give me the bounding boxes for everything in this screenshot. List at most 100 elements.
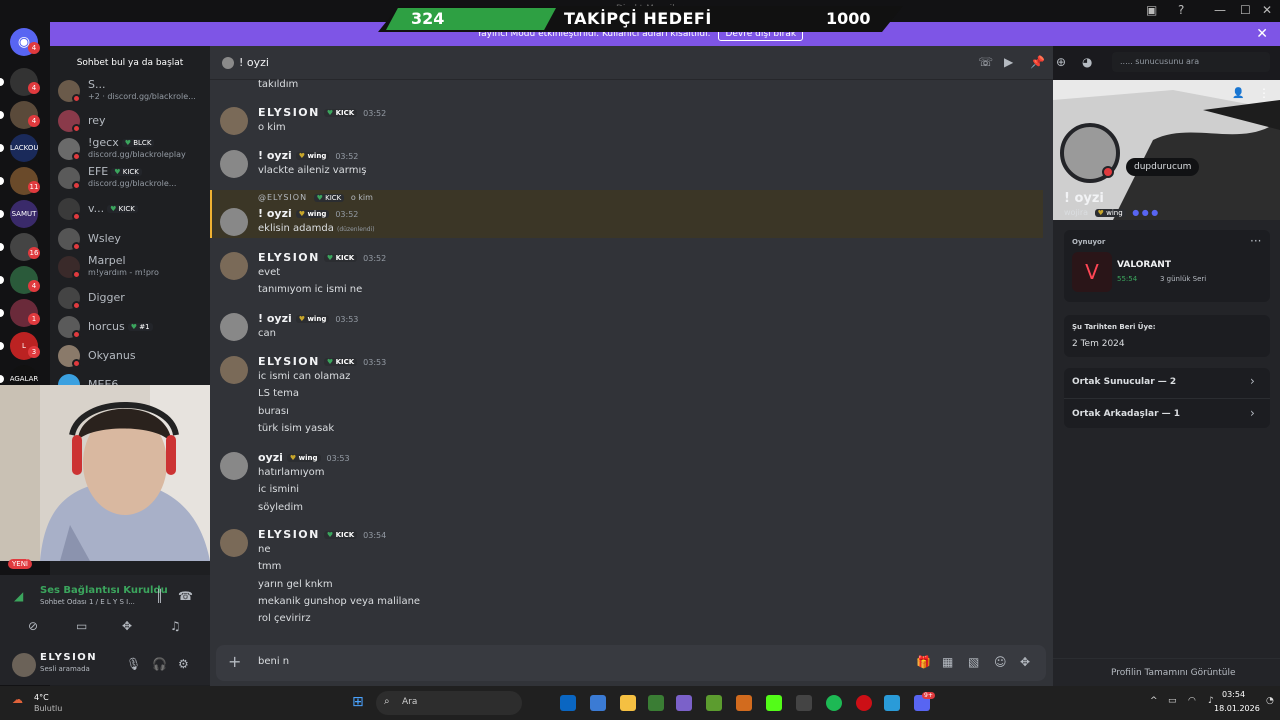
dm-item[interactable]: rey	[58, 108, 208, 136]
mutual-friends[interactable]: Ortak Arkadaşlar — 1	[1072, 409, 1180, 419]
sticker-icon[interactable]: ▧	[968, 655, 979, 669]
activity-more-icon[interactable]: ···	[1250, 234, 1261, 248]
view-full-profile-link[interactable]: Profilin Tamamını Görüntüle	[1111, 668, 1236, 678]
message-author[interactable]: ELYSION ♥ KICK 03:54	[258, 528, 386, 541]
maximize-icon[interactable]: ☐	[1240, 3, 1251, 17]
visual-studio-icon[interactable]	[676, 695, 692, 711]
dm-item[interactable]: Marpel m!yardım - m!pro	[58, 254, 208, 282]
dm-item[interactable]: Wsley	[58, 226, 208, 254]
dm-item[interactable]: v... ♥ KICK	[58, 196, 208, 224]
message-avatar[interactable]	[220, 252, 248, 280]
dreamweaver-icon[interactable]	[648, 695, 664, 711]
status-indicator	[72, 301, 81, 310]
file-explorer-icon[interactable]	[620, 695, 636, 711]
server-icon[interactable]: SAMUT	[10, 200, 38, 228]
message-avatar[interactable]	[220, 452, 248, 480]
reply-preview[interactable]: @ELYSION ♥ KICK o kim	[258, 193, 373, 202]
message-avatar[interactable]	[220, 529, 248, 557]
settings-gear-icon[interactable]: ⚙	[178, 657, 189, 671]
header-name[interactable]: ! oyzi	[239, 56, 269, 69]
message-author[interactable]: ! oyzi ♥ wing 03:52	[258, 149, 358, 162]
add-friends-icon[interactable]: ⊕	[1056, 55, 1066, 69]
dm-search[interactable]: Sohbet bul ya da başlat	[56, 53, 204, 73]
message-author[interactable]: ! oyzi ♥ wing 03:52	[258, 207, 358, 220]
message-author[interactable]: ELYSION ♥ KICK 03:53	[258, 355, 386, 368]
emoji-icon[interactable]: ☺	[994, 655, 1007, 669]
skype-icon[interactable]	[560, 695, 576, 711]
voice-status: Ses Bağlantısı Kuruldu	[40, 585, 168, 596]
dm-item[interactable]: horcus ♥ #1	[58, 314, 208, 342]
dm-item[interactable]: S... +2 · discord.gg/blackrole...	[58, 78, 208, 106]
message-author[interactable]: ELYSION ♥ KICK 03:52	[258, 251, 386, 264]
attach-plus-icon[interactable]: +	[228, 652, 241, 671]
nvidia-icon[interactable]	[706, 695, 722, 711]
dnd-status-icon	[1102, 166, 1114, 178]
microphone-icon[interactable]: 🎙	[126, 657, 141, 671]
help-icon[interactable]: ?	[1178, 3, 1184, 17]
noise-suppression-icon[interactable]: ║	[156, 589, 163, 603]
chat-header: ! oyzi ☏ ▶ 📌 ⊕ ◕ ..... sunucusunu ara	[210, 46, 1270, 80]
server-search-input[interactable]: ..... sunucusunu ara	[1112, 52, 1270, 72]
message-avatar[interactable]	[220, 313, 248, 341]
disconnect-icon[interactable]: ☎	[178, 589, 193, 603]
clock-date[interactable]: 18.01.2026	[1214, 704, 1260, 713]
taskbar-search[interactable]: ⌕ Ara	[376, 691, 522, 715]
message-time: 03:52	[363, 109, 387, 118]
network-icon[interactable]: ▭	[1168, 696, 1177, 706]
obs-icon[interactable]	[796, 695, 812, 711]
message-author[interactable]: oyzi ♥ wing 03:53	[258, 451, 350, 464]
wifi-icon[interactable]: ◠	[1188, 696, 1196, 706]
activities-icon[interactable]: ✥	[122, 619, 132, 633]
pin-icon[interactable]: 📌	[1030, 55, 1045, 69]
message-author[interactable]: ! oyzi ♥ wing 03:53	[258, 312, 358, 325]
opera-icon[interactable]	[856, 695, 872, 711]
message-avatar[interactable]	[220, 107, 248, 135]
voice-channel[interactable]: Sohbet Odası 1 / E L Y S I...	[40, 598, 135, 606]
status-indicator	[72, 94, 81, 103]
gift-icon[interactable]: 🎁	[916, 655, 931, 669]
dm-item[interactable]: Digger	[58, 285, 208, 313]
volume-icon[interactable]: ♪	[1208, 696, 1214, 706]
inbox-icon[interactable]: ▣	[1146, 3, 1157, 17]
user-avatar[interactable]	[12, 653, 36, 677]
add-friend-icon[interactable]: 👤	[1232, 88, 1244, 99]
dm-item[interactable]: EFE ♥ KICK discord.gg/blackrole...	[58, 165, 208, 193]
server-icon[interactable]: BLACKOUT	[10, 134, 38, 162]
user-profile-icon[interactable]: ◕	[1082, 55, 1092, 69]
message-avatar[interactable]	[220, 208, 248, 236]
message-author[interactable]: ELYSION ♥ KICK 03:52	[258, 106, 386, 119]
minimize-icon[interactable]: —	[1214, 3, 1226, 17]
headphones-icon[interactable]: 🎧	[152, 657, 167, 671]
chevron-right-icon[interactable]: ›	[1250, 374, 1255, 388]
message-input[interactable]: beni n	[258, 656, 289, 667]
voice-call-icon[interactable]: ☏	[978, 55, 993, 69]
message-avatar[interactable]	[220, 150, 248, 178]
apps-icon[interactable]: ✥	[1020, 655, 1030, 669]
gif-icon[interactable]: ▦	[942, 655, 953, 669]
webcam-overlay	[0, 385, 236, 561]
dm-item[interactable]: Okyanus	[58, 343, 208, 371]
kick-icon[interactable]	[766, 695, 782, 711]
vpn-icon[interactable]	[884, 695, 900, 711]
close-window-icon[interactable]: ✕	[1262, 3, 1272, 17]
camera-off-icon[interactable]: ⊘	[28, 619, 38, 633]
dm-item[interactable]: !gecx ♥ BLCK discord.gg/blackroleplay	[58, 136, 208, 164]
member-since-card: Şu Tarihten Beri Üye: 2 Tem 2024	[1064, 315, 1270, 357]
mutual-servers[interactable]: Ortak Sunucular — 2	[1072, 377, 1176, 387]
store-icon[interactable]	[590, 695, 606, 711]
message-avatar[interactable]	[220, 356, 248, 384]
start-menu-icon[interactable]: ⊞	[352, 694, 364, 710]
notification-icon[interactable]: ◔	[1266, 696, 1274, 706]
video-call-icon[interactable]: ▶	[1004, 55, 1013, 69]
app-icon[interactable]	[736, 695, 752, 711]
more-options-icon[interactable]: ⋮	[1258, 86, 1270, 100]
unread-pill	[0, 243, 4, 251]
tray-chevron-icon[interactable]: ^	[1150, 696, 1158, 706]
screen-share-icon[interactable]: ▭	[76, 619, 87, 633]
banner-close-icon[interactable]: ✕	[1256, 26, 1268, 42]
server-badge: 16	[28, 247, 40, 259]
chevron-right-icon[interactable]: ›	[1250, 406, 1255, 420]
clock-time[interactable]: 03:54	[1222, 690, 1245, 699]
spotify-icon[interactable]	[826, 695, 842, 711]
soundboard-icon[interactable]: ♫	[170, 619, 181, 633]
